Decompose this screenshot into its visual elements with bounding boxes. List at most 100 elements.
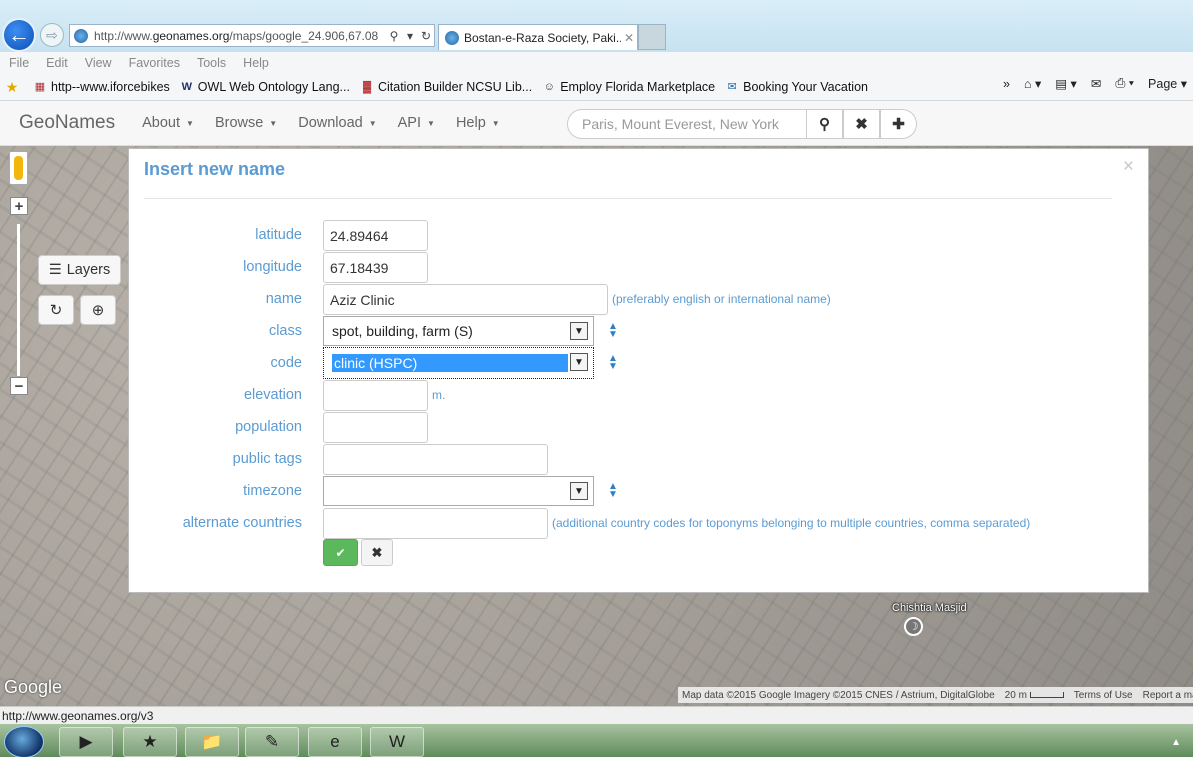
favorite-label: Booking Your Vacation bbox=[743, 80, 868, 94]
refresh-map-button[interactable]: ↻ bbox=[38, 295, 74, 325]
favorite-link[interactable]: W OWL Web Ontology Lang... bbox=[180, 80, 350, 94]
status-bar: http://www.geonames.org/v3 bbox=[0, 706, 1193, 724]
add-button[interactable]: ✚ bbox=[880, 109, 917, 139]
cancel-button[interactable]: ✖ bbox=[361, 539, 393, 566]
report-link[interactable]: Report a map error bbox=[1143, 690, 1193, 701]
class-select[interactable]: spot, building, farm (S) ▼ bbox=[323, 316, 594, 346]
close-icon: ✖ bbox=[371, 544, 383, 560]
menu-edit[interactable]: Edit bbox=[46, 56, 68, 70]
alternate-countries-input[interactable] bbox=[323, 508, 548, 539]
tray-chevron-icon[interactable]: ▲ bbox=[1171, 737, 1181, 748]
nav-api[interactable]: API ▼ bbox=[398, 115, 435, 131]
search-icon: ⚲ bbox=[819, 116, 830, 133]
menu-icon: ☰ bbox=[48, 262, 62, 278]
sort-icon[interactable]: ▲ ▼ bbox=[607, 482, 619, 500]
name-label: name bbox=[265, 291, 302, 307]
nav-download[interactable]: Download ▼ bbox=[298, 115, 376, 131]
favorite-label: Employ Florida Marketplace bbox=[560, 80, 716, 94]
favorites-star-icon[interactable]: ★ bbox=[5, 80, 23, 94]
mail-icon[interactable]: ✉ bbox=[1091, 76, 1101, 91]
zoom-slider[interactable] bbox=[17, 224, 20, 376]
folder-icon[interactable]: 📁 bbox=[185, 727, 239, 757]
internet-explorer-icon[interactable]: e bbox=[308, 727, 362, 757]
favorite-label: http--www.iforcebikes bbox=[51, 80, 170, 94]
alternate-countries-label: alternate countries bbox=[182, 515, 302, 531]
nav-browse[interactable]: Browse ▼ bbox=[215, 115, 277, 131]
chevron-icon[interactable]: » bbox=[1003, 77, 1010, 91]
search-input[interactable]: Paris, Mount Everest, New York bbox=[567, 109, 807, 139]
mosque-icon[interactable]: ☽ bbox=[904, 617, 923, 636]
nav-help[interactable]: Help ▼ bbox=[456, 115, 500, 131]
public-tags-input[interactable] bbox=[323, 444, 548, 475]
dropdown-icon[interactable]: ▾ bbox=[402, 29, 418, 43]
favorite-link[interactable]: ☺ Employ Florida Marketplace bbox=[542, 80, 716, 94]
refresh-icon[interactable]: ↻ bbox=[418, 29, 434, 43]
timezone-label: timezone bbox=[243, 483, 302, 499]
paint-icon[interactable]: ✎ bbox=[245, 727, 299, 757]
menu-tools[interactable]: Tools bbox=[197, 56, 226, 70]
submit-button[interactable]: ✔ bbox=[323, 539, 358, 566]
scale-label: 20 m bbox=[1004, 689, 1027, 701]
browser-tab[interactable]: Bostan-e-Raza Society, Paki... ✕ bbox=[438, 24, 638, 50]
sort-icon[interactable]: ▲ ▼ bbox=[607, 322, 619, 340]
favorite-link[interactable]: ✉ Booking Your Vacation bbox=[725, 80, 868, 94]
latitude-input[interactable]: 24.89464 bbox=[323, 220, 428, 251]
population-input[interactable] bbox=[323, 412, 428, 443]
close-icon[interactable]: × bbox=[1123, 156, 1134, 178]
name-input[interactable]: Aziz Clinic bbox=[323, 284, 608, 315]
caret-down-icon: ▼ bbox=[186, 118, 194, 128]
back-button[interactable]: ← bbox=[2, 18, 36, 52]
favorite-link[interactable]: ▦ http--www.iforcebikes bbox=[33, 80, 170, 94]
print-icon[interactable]: ⎙ ▾ bbox=[1115, 76, 1134, 91]
sort-icon[interactable]: ▲ ▼ bbox=[607, 354, 619, 372]
menu-help[interactable]: Help bbox=[243, 56, 269, 70]
elevation-input[interactable] bbox=[323, 380, 428, 411]
chevron-down-icon[interactable]: ▼ bbox=[570, 322, 588, 340]
status-url: http://www.geonames.org/v3 bbox=[2, 708, 154, 723]
favorite-link[interactable]: ▓ Citation Builder NCSU Lib... bbox=[360, 80, 532, 94]
word-icon[interactable]: W bbox=[370, 727, 424, 757]
menu-file[interactable]: File bbox=[9, 56, 29, 70]
layers-label: Layers bbox=[66, 262, 111, 278]
menu-bar: File Edit View Favorites Tools Help bbox=[0, 52, 1193, 74]
windows-start-icon[interactable] bbox=[4, 726, 44, 757]
code-value: clinic (HSPC) bbox=[332, 354, 568, 372]
close-tab-icon[interactable]: ✕ bbox=[621, 31, 637, 45]
layers-button[interactable]: ☰ Layers bbox=[38, 255, 121, 285]
longitude-input[interactable]: 67.18439 bbox=[323, 252, 428, 283]
search-icon[interactable]: ⚲ bbox=[386, 29, 402, 43]
clear-search-button[interactable]: ✖ bbox=[843, 109, 880, 139]
chevron-down-icon[interactable]: ▼ bbox=[570, 353, 588, 371]
poi-label: Chishtia Masjid bbox=[892, 602, 967, 614]
code-select[interactable]: clinic (HSPC) ▼ bbox=[323, 347, 594, 379]
forward-button[interactable]: ⇨ bbox=[40, 23, 64, 47]
search-button[interactable]: ⚲ bbox=[806, 109, 843, 139]
map-attribution: Map data ©2015 Google Imagery ©2015 CNES… bbox=[678, 687, 1193, 703]
nav-label: Download bbox=[298, 115, 363, 131]
media-player-icon[interactable]: ▶ bbox=[59, 727, 113, 757]
address-bar[interactable]: http://www.geonames.org/maps/google_24.9… bbox=[69, 24, 435, 47]
brand-logo[interactable]: GeoNames bbox=[19, 112, 115, 134]
terms-link[interactable]: Terms of Use bbox=[1074, 690, 1133, 701]
new-tab-button[interactable] bbox=[638, 24, 666, 50]
timezone-select[interactable]: ▼ bbox=[323, 476, 594, 506]
page-menu[interactable]: Page ▾ bbox=[1148, 76, 1187, 91]
refresh-icon: ↻ bbox=[49, 302, 63, 319]
feeds-icon[interactable]: ▤ ▾ bbox=[1055, 76, 1077, 91]
scale-bar: 20 m bbox=[1005, 690, 1064, 701]
attribution-text: Map data ©2015 Google Imagery ©2015 CNES… bbox=[682, 689, 995, 701]
elevation-unit: m. bbox=[432, 388, 446, 402]
nav-about[interactable]: About ▼ bbox=[142, 115, 194, 131]
pegman-icon[interactable] bbox=[9, 151, 28, 185]
code-label: code bbox=[270, 355, 302, 371]
chevron-down-icon[interactable]: ▼ bbox=[570, 482, 588, 500]
zoom-in-button[interactable]: + bbox=[10, 197, 28, 215]
menu-favorites[interactable]: Favorites bbox=[129, 56, 180, 70]
add-point-button[interactable]: ⊕ bbox=[80, 295, 116, 325]
zoom-out-button[interactable]: − bbox=[10, 377, 28, 395]
public-tags-label: public tags bbox=[232, 451, 302, 467]
menu-view[interactable]: View bbox=[85, 56, 112, 70]
taskbar bbox=[0, 724, 1193, 757]
home-icon[interactable]: ⌂ ▾ bbox=[1024, 76, 1041, 91]
app-icon[interactable]: ★ bbox=[123, 727, 177, 757]
